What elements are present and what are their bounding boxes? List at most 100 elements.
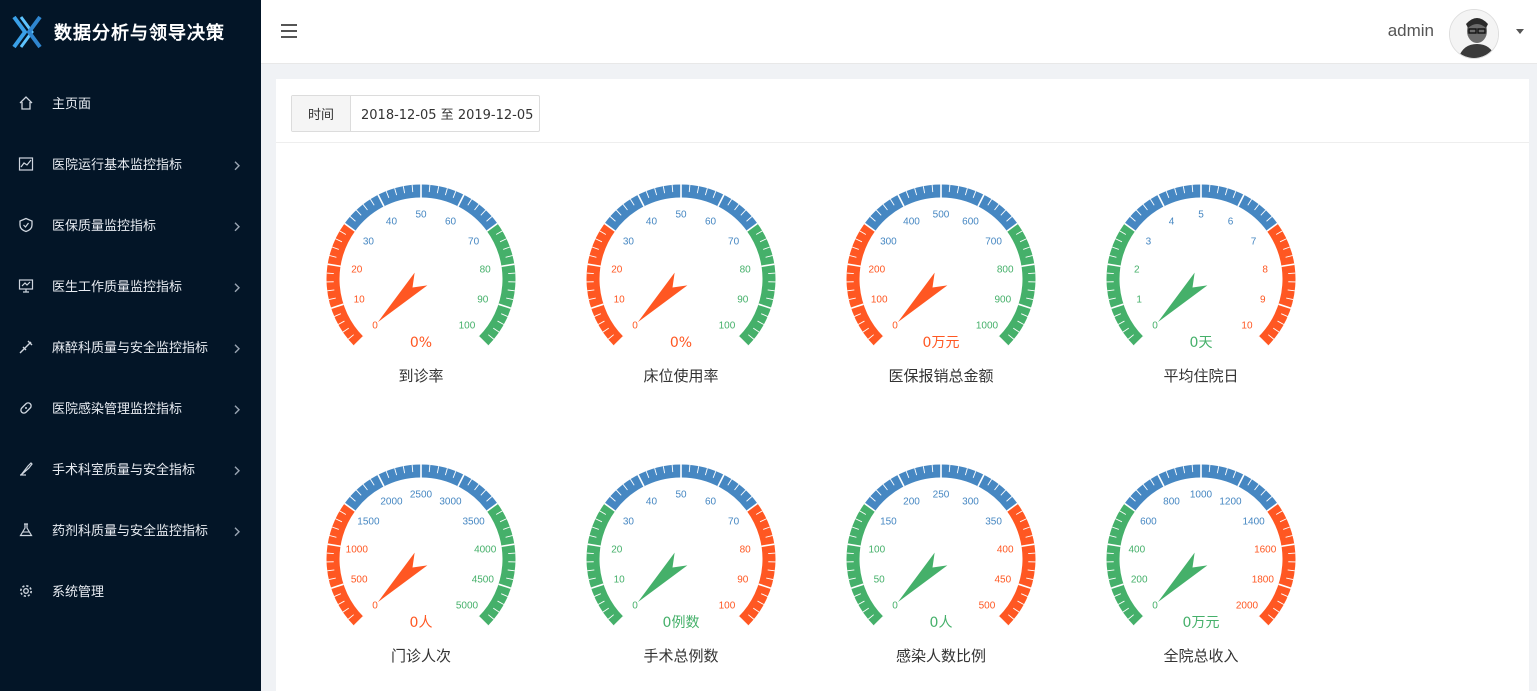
gauge-tick-label: 500	[351, 575, 368, 586]
gauge-value: 0%	[410, 335, 432, 351]
sidebar: 数据分析与领导决策 主页面医院运行基本监控指标 医保质量监控指标医生工作质量监控指…	[0, 0, 261, 691]
sidebar-item-0[interactable]: 主页面	[0, 72, 261, 133]
gauge-tick-label: 80	[740, 544, 752, 555]
sidebar-item-2[interactable]: 医保质量监控指标	[0, 194, 261, 255]
gauge-tick-label: 1000	[976, 320, 999, 331]
gauge-band-green	[1106, 223, 1144, 346]
gauge-tick-label: 200	[868, 264, 885, 275]
gauge-tick-label: 3500	[462, 516, 485, 527]
gauge-needle	[1157, 552, 1208, 603]
gauge-tick-label: 500	[979, 600, 996, 611]
gauge-band-green	[738, 223, 776, 346]
gauge-tick-label: 1	[1136, 295, 1142, 306]
gauge-tick-label: 900	[994, 295, 1011, 306]
gauge-needle	[637, 552, 688, 603]
gauge-tick-label: 400	[1128, 544, 1145, 555]
gauge-6: 0 50 100 150 200 250 300 350 400 450 500 0人 感染人数比例	[831, 449, 1051, 689]
gear-icon	[18, 583, 34, 599]
gauge-tick-label: 60	[705, 497, 717, 508]
sidebar-item-label: 医院感染管理监控指标	[52, 402, 183, 417]
gauge-tick-label: 4000	[474, 544, 497, 555]
gauge-tick-label: 6	[1228, 217, 1234, 228]
sidebar-item-6[interactable]: 手术科室质量与安全指标	[0, 438, 261, 499]
gauge-dial: 0 10 20 30 40 50 60 70 80 90 100 0%	[586, 184, 776, 351]
chevron-right-icon	[234, 221, 240, 231]
gauge-3: 0 1 2 3 4 5 6 7 8 9 10 0天 平均住院日	[1091, 169, 1311, 409]
sidebar-item-8[interactable]: 系统管理	[0, 560, 261, 621]
gauge-value: 0%	[670, 335, 692, 351]
gauge-tick-label: 0	[1152, 320, 1158, 331]
gauge-tick-label: 30	[623, 236, 635, 247]
syringe-icon	[18, 339, 34, 355]
gauge-tick-label: 100	[868, 544, 885, 555]
bandage-icon	[18, 400, 34, 416]
gauge-tick-label: 10	[614, 575, 626, 586]
sidebar-item-label: 医生工作质量监控指标	[52, 280, 183, 295]
gauge-value: 0人	[930, 615, 953, 631]
gauge-tick-label: 90	[737, 295, 749, 306]
gauge-band-red	[846, 223, 884, 346]
sidebar-item-3[interactable]: 医生工作质量监控指标	[0, 255, 261, 316]
gauge-tick-label: 20	[351, 264, 363, 275]
gauge-0: 0 10 20 30 40 50 60 70 80 90 100 0% 到诊率	[311, 169, 531, 409]
gauge-tick-label: 500	[933, 210, 950, 221]
gauge-band-green	[478, 223, 516, 346]
gauge-tick-label: 100	[871, 295, 888, 306]
gauge-tick-label: 3000	[439, 497, 462, 508]
gauge-tick-label: 0	[632, 600, 638, 611]
sidebar-item-7[interactable]: 药剂科质量与安全监控指标	[0, 499, 261, 560]
gauge-tick-label: 1200	[1219, 497, 1242, 508]
gauge-needle	[897, 272, 948, 323]
gauge-tick-label: 150	[880, 516, 897, 527]
gauge-tick-label: 4500	[472, 575, 495, 586]
gauge-tick-label: 450	[994, 575, 1011, 586]
gauge-tick-label: 20	[611, 544, 623, 555]
gauge-title: 平均住院日	[1163, 367, 1239, 385]
gauge-dial: 0 1 2 3 4 5 6 7 8 9 10 0天	[1106, 184, 1296, 351]
home-icon	[18, 95, 34, 111]
gauge-value: 0万元	[923, 335, 960, 351]
gauge-dial: 0 50 100 150 200 250 300 350 400 450 500 0人	[846, 464, 1036, 631]
gauge-tick-label: 3	[1146, 236, 1152, 247]
sidebar-item-label: 医院运行基本监控指标	[52, 158, 183, 173]
sidebar-item-1[interactable]: 医院运行基本监控指标	[0, 133, 261, 194]
gauge-tick-label: 250	[933, 490, 950, 501]
gauge-tick-label: 800	[997, 264, 1014, 275]
gauge-tick-label: 50	[874, 575, 886, 586]
gauge-tick-label: 8	[1262, 264, 1268, 275]
user-dropdown-caret-icon[interactable]	[1516, 29, 1524, 34]
gauge-dial: 0 500 1000 15002000 2500 30003500 4000 4500 5000…	[326, 464, 516, 631]
sidebar-item-label: 麻醉科质量与安全监控指标	[52, 341, 209, 356]
gauge-tick-label: 10	[614, 295, 626, 306]
chevron-right-icon	[234, 465, 240, 475]
gauge-title: 门诊人次	[390, 647, 451, 665]
gauge-2: 0 100 200 300 400 500 600 700 800 900 1000 0万元 医保报销总…	[831, 169, 1051, 409]
sidebar-item-label: 医保质量监控指标	[52, 219, 157, 234]
brand[interactable]: 数据分析与领导决策	[0, 0, 261, 64]
gauge-tick-label: 0	[372, 320, 378, 331]
sidebar-item-label: 手术科室质量与安全指标	[52, 463, 196, 478]
gauge-tick-label: 70	[468, 236, 480, 247]
gauge-tick-label: 5000	[456, 600, 479, 611]
sidebar-item-4[interactable]: 麻醉科质量与安全监控指标	[0, 316, 261, 377]
gauge-1: 0 10 20 30 40 50 60 70 80 90 100 0% 床位使用率	[571, 169, 791, 409]
menu-toggle-icon[interactable]	[281, 24, 297, 38]
date-range-input[interactable]: 2018-12-05 至 2019-12-05	[351, 96, 539, 131]
avatar[interactable]	[1449, 9, 1499, 59]
gauge-7: 0 200 400 600 800 1000 1200 1400 1600 1800 2000 0万元…	[1091, 449, 1311, 689]
gauge-tick-label: 10	[1241, 320, 1253, 331]
gauge-tick-label: 700	[985, 236, 1002, 247]
gauge-value: 0万元	[1183, 615, 1220, 631]
gauge-tick-label: 300	[962, 497, 979, 508]
gauge-tick-label: 200	[1131, 575, 1148, 586]
gauge-band-red	[326, 503, 364, 626]
main-panel: 时间 2018-12-05 至 2019-12-05 0 10 20 30 40 50 60…	[276, 79, 1529, 691]
user-name[interactable]: admin	[1388, 21, 1434, 41]
sidebar-item-5[interactable]: 医院感染管理监控指标	[0, 377, 261, 438]
gauge-tick-label: 400	[997, 544, 1014, 555]
gauge-needle	[377, 272, 428, 323]
sidebar-menu: 主页面医院运行基本监控指标 医保质量监控指标医生工作质量监控指标麻醉科质量与安全监…	[0, 72, 261, 621]
avatar-image	[1450, 10, 1498, 58]
gauge-tick-label: 70	[728, 236, 740, 247]
gauge-tick-label: 90	[737, 575, 749, 586]
